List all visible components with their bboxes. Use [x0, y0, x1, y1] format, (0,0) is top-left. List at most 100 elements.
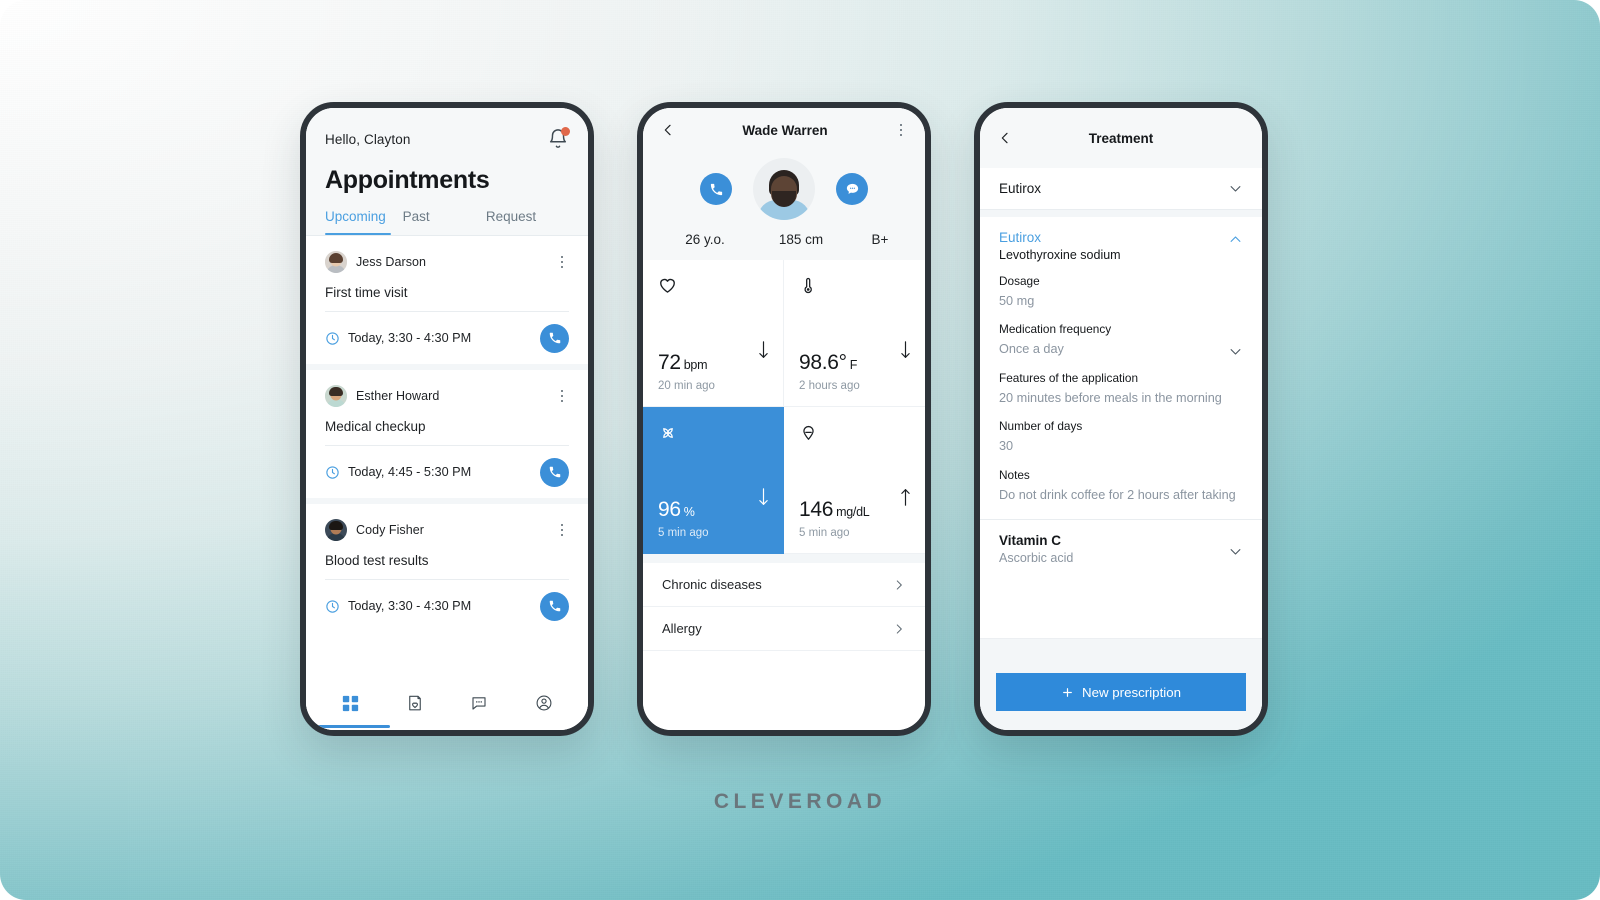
plus-icon	[1063, 687, 1072, 697]
medication-name: Eutirox	[999, 230, 1042, 245]
appointments-header: Hello, Clayton Appointments Upcoming Pas…	[306, 108, 588, 235]
appointment-time-row: Today, 4:45 - 5:30 PM	[325, 446, 569, 498]
kebab-menu-icon[interactable]	[555, 387, 569, 405]
kebab-menu-icon[interactable]	[555, 521, 569, 539]
appointment-time: Today, 3:30 - 4:30 PM	[348, 331, 472, 345]
call-button[interactable]	[540, 591, 569, 621]
appointment-time: Today, 3:30 - 4:30 PM	[348, 599, 472, 613]
link-label: Allergy	[662, 621, 702, 636]
field-value: 20 minutes before meals in the morning	[999, 390, 1222, 405]
kebab-menu-icon[interactable]	[894, 121, 908, 139]
link-label: Chronic diseases	[662, 577, 762, 592]
medication-generic-name: Ascorbic acid	[999, 551, 1074, 566]
heart-icon	[658, 276, 768, 310]
vital-card-heart-rate[interactable]: 72 bpm 20 min ago	[643, 260, 784, 407]
field-label: Medication frequency	[999, 322, 1112, 337]
trend-down-icon	[759, 488, 768, 505]
appointment-header: Cody Fisher	[325, 516, 569, 544]
phone-icon	[549, 332, 560, 344]
patient-avatar	[753, 158, 815, 220]
field-value: Once a day	[999, 342, 1064, 357]
vital-timestamp: 20 min ago	[658, 380, 715, 392]
bell-icon[interactable]	[547, 127, 570, 150]
page-title: Appointments	[325, 166, 490, 194]
sidebar-item-dashboard[interactable]	[335, 690, 365, 716]
appointment-header: Jess Darson	[325, 248, 569, 276]
vitals-grid: 72 bpm 20 min ago 98.6° F 2 hours ago 96…	[643, 260, 925, 554]
section-divider	[980, 210, 1262, 217]
scroll-fade	[306, 658, 588, 676]
patient-stats: 26 y.o. 185 cm B+	[643, 224, 925, 260]
field-label: Features of the application	[999, 370, 1139, 385]
list-item[interactable]: Cody Fisher Blood test results Today, 3:…	[306, 504, 588, 632]
field-dosage: Dosage 50 mg	[999, 274, 1243, 310]
sidebar-item-profile[interactable]	[529, 690, 559, 716]
accordion-item-vitamin-c[interactable]: Vitamin C Ascorbic acid	[980, 519, 1262, 580]
vital-card-oxygen-saturation[interactable]: 96% 5 min ago	[643, 407, 784, 554]
dashboard-grid-icon	[342, 695, 358, 711]
poster-canvas: Hello, Clayton Appointments Upcoming Pas…	[0, 0, 1600, 900]
chat-icon	[472, 697, 486, 710]
appointment-time: Today, 4:45 - 5:30 PM	[348, 465, 472, 479]
phone-patient-profile: Wade Warren 26 y.o. 185 cm B+ 72 bpm 20 …	[637, 102, 931, 736]
tab-request[interactable]: Request	[486, 209, 569, 235]
top-bar: Wade Warren	[643, 108, 925, 152]
tab-upcoming[interactable]: Upcoming	[325, 209, 403, 235]
field-label: Notes	[999, 467, 1030, 482]
sidebar-item-chat[interactable]	[464, 690, 494, 716]
screen-patient-profile: Wade Warren 26 y.o. 185 cm B+ 72 bpm 20 …	[643, 108, 925, 730]
avatar	[325, 519, 347, 541]
kebab-menu-icon[interactable]	[555, 253, 569, 271]
stat-age: 26 y.o.	[685, 232, 725, 247]
vital-card-glucose[interactable]: 146 mg/dL 5 min ago	[784, 407, 925, 554]
call-button[interactable]	[700, 173, 732, 205]
chevron-down-icon[interactable]	[1228, 344, 1243, 359]
vital-value: 72 bpm	[658, 351, 708, 374]
appointment-time-row: Today, 3:30 - 4:30 PM	[325, 580, 569, 632]
chevron-left-icon[interactable]	[997, 130, 1013, 146]
chat-bubble-icon	[846, 183, 858, 194]
accordion-item-eutirox-collapsed[interactable]: Eutirox	[980, 168, 1262, 210]
tab-past[interactable]: Past	[403, 209, 486, 235]
chevron-up-icon[interactable]	[1228, 232, 1243, 247]
link-row-chronic-diseases[interactable]: Chronic diseases	[643, 563, 925, 607]
notification-dot	[561, 127, 570, 136]
message-button[interactable]	[836, 173, 868, 205]
field-medication-frequency[interactable]: Medication frequency Once a day	[999, 322, 1243, 358]
home-indicator	[318, 724, 390, 728]
accordion-item-eutirox-expanded: Eutirox Levothyroxine sodium Dosage 50 m…	[980, 217, 1262, 520]
new-prescription-label: New prescription	[1081, 684, 1182, 700]
stat-height: 185 cm	[778, 232, 824, 247]
list-item[interactable]: Jess Darson First time visit Today, 3:30…	[306, 236, 588, 364]
new-prescription-button[interactable]: New prescription	[996, 673, 1246, 711]
vital-card-temperature[interactable]: 98.6° F 2 hours ago	[784, 260, 925, 407]
sidebar-item-records[interactable]	[400, 690, 430, 716]
link-row-allergy[interactable]: Allergy	[643, 607, 925, 651]
field-notes: Notes Do not drink coffee for 2 hours af…	[999, 468, 1243, 504]
medication-generic-name: Levothyroxine sodium	[999, 248, 1121, 262]
clock-icon	[326, 599, 339, 613]
trend-up-icon	[901, 489, 910, 506]
chevron-down-icon[interactable]	[1228, 544, 1243, 559]
medication-name: Eutirox	[999, 181, 1042, 196]
vital-value: 146 mg/dL	[799, 498, 870, 521]
medication-accordion: Eutirox Eutirox Levothyroxine sodium Dos…	[980, 168, 1262, 580]
screen-appointments: Hello, Clayton Appointments Upcoming Pas…	[306, 108, 588, 730]
chevron-left-icon[interactable]	[660, 122, 676, 138]
bottom-navigation	[306, 676, 588, 730]
call-button[interactable]	[540, 457, 569, 487]
blood-drop-icon	[799, 423, 910, 457]
call-button[interactable]	[540, 323, 569, 353]
field-value: 30	[999, 439, 1014, 454]
trend-down-icon	[901, 341, 910, 358]
chevron-down-icon[interactable]	[1228, 181, 1243, 196]
treatment-header: Treatment	[980, 108, 1262, 168]
list-item[interactable]: Esther Howard Medical checkup Today, 4:4…	[306, 370, 588, 498]
field-label: Number of days	[999, 419, 1083, 434]
appointment-header: Esther Howard	[325, 382, 569, 410]
vital-value: 98.6° F	[799, 351, 858, 374]
page-title: Wade Warren	[742, 122, 828, 138]
greeting-text: Hello, Clayton	[325, 131, 411, 147]
patient-name: Jess Darson	[356, 255, 427, 269]
vital-timestamp: 2 hours ago	[799, 380, 860, 392]
